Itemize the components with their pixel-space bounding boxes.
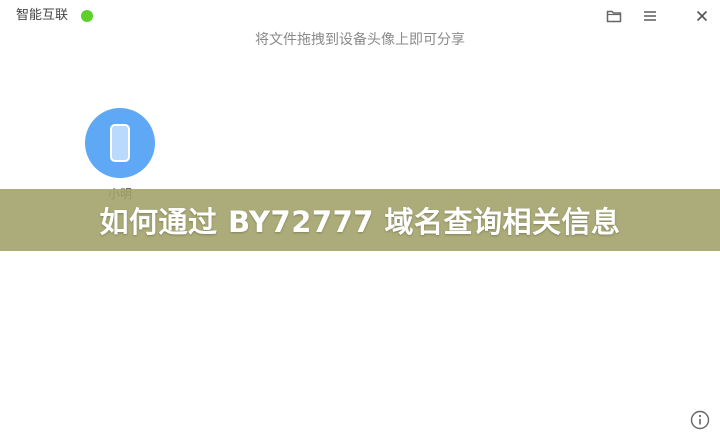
close-icon — [696, 10, 708, 22]
phone-icon — [110, 124, 130, 162]
folder-icon — [606, 10, 622, 23]
device-avatar[interactable] — [85, 108, 155, 178]
title-bar: 智能互联 — [0, 0, 720, 32]
share-hint-text: 将文件拖拽到设备头像上即可分享 — [255, 32, 465, 48]
close-button[interactable] — [692, 6, 712, 26]
app-title: 智能互联 — [16, 8, 69, 23]
menu-icon — [644, 11, 656, 21]
connection-status-dot — [81, 10, 93, 22]
overlay-banner: 如何通过 BY72777 域名查询相关信息 — [0, 189, 720, 251]
info-button[interactable] — [690, 410, 710, 430]
banner-text: 如何通过 BY72777 域名查询相关信息 — [99, 205, 621, 239]
info-icon — [690, 410, 710, 430]
open-folder-button[interactable] — [604, 6, 624, 26]
menu-button[interactable] — [640, 6, 660, 26]
